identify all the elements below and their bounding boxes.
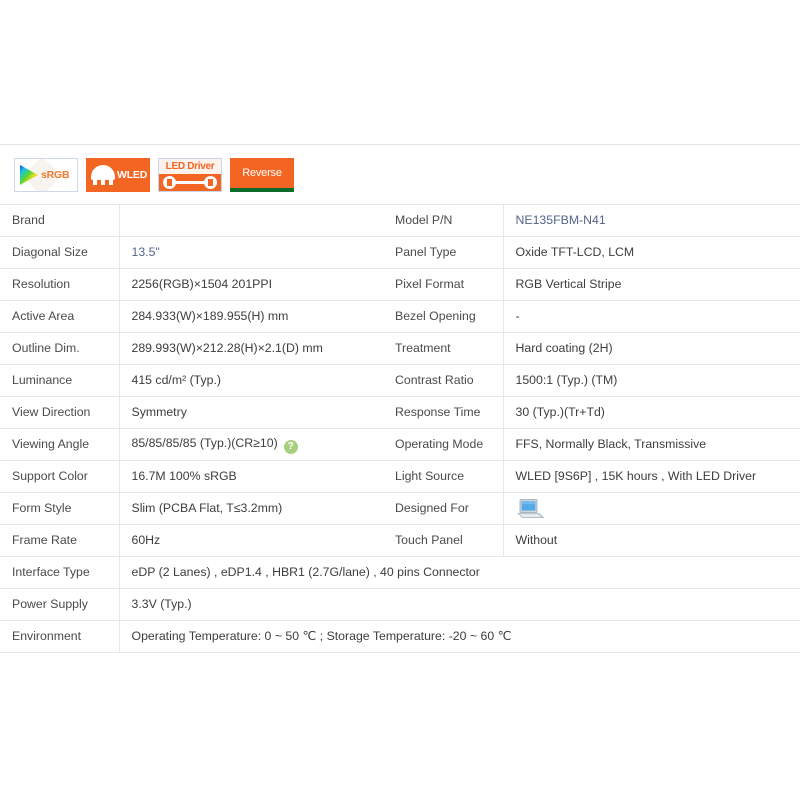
row-label-form-style: Form Style xyxy=(0,492,120,525)
row-value-operating-mode: FFS, Normally Black, Transmissive xyxy=(503,428,800,461)
row-value-outline-dim: 289.993(W)×212.28(H)×2.1(D) mm xyxy=(119,332,383,365)
row-value-frame-rate: 60Hz xyxy=(119,524,383,557)
row-label-model-pn: Model P/N xyxy=(383,204,504,237)
row-label-diagonal-size: Diagonal Size xyxy=(0,236,120,269)
reverse-green-bar xyxy=(230,187,294,192)
table-row: Power Supply 3.3V (Typ.) xyxy=(0,588,800,621)
row-label-panel-type: Panel Type xyxy=(383,236,504,269)
row-label-luminance: Luminance xyxy=(0,364,120,397)
table-row: Diagonal Size 13.5" Panel Type Oxide TFT… xyxy=(0,236,800,269)
srgb-badge-label: sRGB xyxy=(41,168,70,181)
row-value-diagonal-size: 13.5" xyxy=(119,236,383,269)
row-value-viewing-angle: 85/85/85/85 (Typ.)(CR≥10) xyxy=(131,435,278,450)
row-label-resolution: Resolution xyxy=(0,268,120,301)
top-blank-area xyxy=(0,0,800,144)
row-value-active-area: 284.933(W)×189.955(H) mm xyxy=(119,300,383,333)
row-label-response-time: Response Time xyxy=(383,396,504,429)
row-label-operating-mode: Operating Mode xyxy=(383,428,504,461)
reverse-badge[interactable]: Reverse xyxy=(230,157,294,192)
wled-badge[interactable]: WLED xyxy=(86,157,150,192)
led-driver-label-area: LED Driver xyxy=(159,158,221,174)
lamp-icon xyxy=(90,164,116,186)
row-value-support-color: 16.7M 100% sRGB xyxy=(119,460,383,493)
row-value-power-supply: 3.3V (Typ.) xyxy=(119,588,800,621)
row-label-pixel-format: Pixel Format xyxy=(383,268,504,301)
srgb-badge[interactable]: sRGB xyxy=(14,157,78,192)
panel-spec-page: sRGB WLED LED Driver Reverse Brand Model… xyxy=(0,0,800,800)
led-driver-badge-label: LED Driver xyxy=(165,160,215,172)
table-row: View Direction Symmetry Response Time 30… xyxy=(0,396,800,429)
reverse-badge-label: Reverse xyxy=(242,166,282,179)
specification-table: Brand Model P/N NE135FBM-N41 Diagonal Si… xyxy=(0,204,800,653)
table-row: Brand Model P/N NE135FBM-N41 xyxy=(0,204,800,237)
row-value-light-source: WLED [9S6P] , 15K hours , With LED Drive… xyxy=(503,460,800,493)
row-label-touch-panel: Touch Panel xyxy=(383,524,504,557)
row-value-bezel-opening: - xyxy=(503,300,800,333)
row-label-bezel-opening: Bezel Opening xyxy=(383,300,504,333)
row-value-interface-type: eDP (2 Lanes) , eDP1.4 , HBR1 (2.7G/lane… xyxy=(119,556,800,589)
row-label-environment: Environment xyxy=(0,620,120,653)
driver-dumbbell-icon xyxy=(159,174,221,191)
table-row: Frame Rate 60Hz Touch Panel Without xyxy=(0,524,800,557)
row-label-power-supply: Power Supply xyxy=(0,588,120,621)
table-row: Active Area 284.933(W)×189.955(H) mm Bez… xyxy=(0,300,800,333)
row-label-frame-rate: Frame Rate xyxy=(0,524,120,557)
spec-table-body: Brand Model P/N NE135FBM-N41 Diagonal Si… xyxy=(0,204,800,653)
row-label-treatment: Treatment xyxy=(383,332,504,365)
row-value-environment: Operating Temperature: 0 ~ 50 ℃ ; Storag… xyxy=(119,620,800,653)
table-row: Support Color 16.7M 100% sRGB Light Sour… xyxy=(0,460,800,493)
row-value-resolution: 2256(RGB)×1504 201PPI xyxy=(119,268,383,301)
row-label-designed-for: Designed For xyxy=(383,492,504,525)
row-value-brand xyxy=(119,204,383,237)
help-icon[interactable]: ? xyxy=(283,439,298,454)
color-gamut-triangle-icon xyxy=(20,164,38,185)
row-value-panel-type: Oxide TFT-LCD, LCM xyxy=(503,236,800,269)
row-label-active-area: Active Area xyxy=(0,300,120,333)
led-driver-badge[interactable]: LED Driver xyxy=(158,157,222,192)
table-row: Form Style Slim (PCBA Flat, T≤3.2mm) Des… xyxy=(0,492,800,525)
row-label-interface-type: Interface Type xyxy=(0,556,120,589)
row-value-luminance: 415 cd/m² (Typ.) xyxy=(119,364,383,397)
row-value-view-direction: Symmetry xyxy=(119,396,383,429)
row-label-brand: Brand xyxy=(0,204,120,237)
table-row: Outline Dim. 289.993(W)×212.28(H)×2.1(D)… xyxy=(0,332,800,365)
wled-badge-label: WLED xyxy=(117,168,148,181)
row-value-treatment: Hard coating (2H) xyxy=(503,332,800,365)
row-label-view-direction: View Direction xyxy=(0,396,120,429)
table-row: Environment Operating Temperature: 0 ~ 5… xyxy=(0,620,800,653)
row-value-touch-panel: Without xyxy=(503,524,800,557)
table-row: Luminance 415 cd/m² (Typ.) Contrast Rati… xyxy=(0,364,800,397)
row-value-response-time: 30 (Typ.)(Tr+Td) xyxy=(503,396,800,429)
row-value-pixel-format: RGB Vertical Stripe xyxy=(503,268,800,301)
row-value-viewing-angle-cell: 85/85/85/85 (Typ.)(CR≥10)? xyxy=(119,428,383,461)
row-value-model-pn: NE135FBM-N41 xyxy=(503,204,800,237)
row-value-designed-for xyxy=(503,492,800,525)
table-row: Viewing Angle 85/85/85/85 (Typ.)(CR≥10)?… xyxy=(0,428,800,461)
row-value-contrast-ratio: 1500:1 (Typ.) (TM) xyxy=(503,364,800,397)
feature-badge-strip: sRGB WLED LED Driver Reverse xyxy=(0,145,800,204)
laptop-icon xyxy=(516,498,544,518)
row-label-light-source: Light Source xyxy=(383,460,504,493)
row-value-form-style: Slim (PCBA Flat, T≤3.2mm) xyxy=(119,492,383,525)
table-row: Resolution 2256(RGB)×1504 201PPI Pixel F… xyxy=(0,268,800,301)
row-label-viewing-angle: Viewing Angle xyxy=(0,428,120,461)
row-label-contrast-ratio: Contrast Ratio xyxy=(383,364,504,397)
table-row: Interface Type eDP (2 Lanes) , eDP1.4 , … xyxy=(0,556,800,589)
row-label-outline-dim: Outline Dim. xyxy=(0,332,120,365)
row-label-support-color: Support Color xyxy=(0,460,120,493)
